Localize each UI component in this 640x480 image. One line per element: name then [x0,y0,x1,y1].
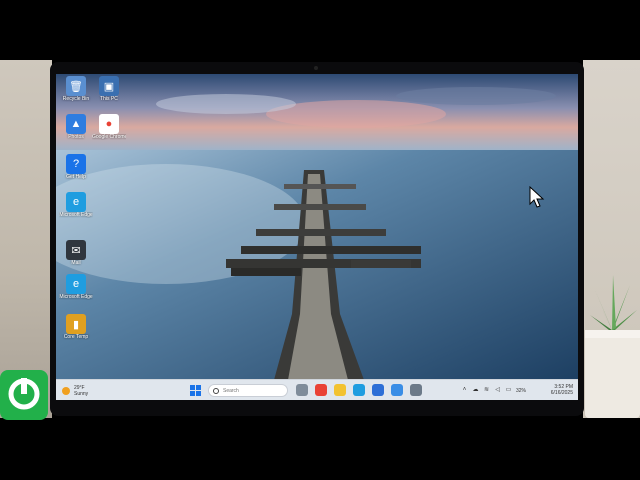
mouse-cursor-icon [529,186,545,208]
desktop-icon-this-pc[interactable]: ▣ This PC [92,76,126,102]
windows-logo-tile [190,385,195,390]
taskbar-file-explorer-icon[interactable] [334,384,346,396]
background-wall-left [0,60,52,418]
desktop-icon-google-chrome[interactable]: ● Google Chrome [92,114,126,140]
taskbar: 29°F Sunny ˄ ☁ ≋ ◁ ▭ 32% 3 [56,379,578,400]
desktop-wallpaper-pier [56,74,578,380]
search-icon [213,387,219,394]
desktop-icon-recycle-bin[interactable]: 🗑 Recycle Bin [59,76,93,102]
microsoft-edge-icon: e [66,192,86,212]
photos-icon: ▲ [66,114,86,134]
mail-icon: ✉ [66,240,86,260]
desktop-icon-label: Google Chrome [92,134,126,140]
weather-desc: Sunny [74,390,89,397]
core-temp-icon: ▮ [66,314,86,334]
google-chrome-icon: ● [99,114,119,134]
desktop-icon-photos[interactable]: ▲ Photos [59,114,93,140]
clock[interactable]: 3:52 PM 6/16/2025 [543,384,573,396]
cloud-icon[interactable]: ☁ [472,387,479,394]
desktop-icon-core-temp[interactable]: ▮ Core Temp [59,314,93,340]
taskbar-photos-icon[interactable] [391,384,403,396]
this-pc-icon: ▣ [99,76,119,96]
photo-frame: 🗑 Recycle Bin ▣ This PC ▲ Photos ● Google Chrom… [0,0,640,480]
desktop-icon-label: Photos [68,134,84,140]
desktop-icon-mail[interactable]: ✉ Mail [59,240,93,266]
taskbar-settings-icon[interactable] [410,384,422,396]
sun-icon [62,386,70,395]
windows-logo-tile [196,391,201,396]
system-tray: ˄ ☁ ≋ ◁ ▭ 32% [461,384,526,397]
recycle-bin-icon: 🗑 [66,76,86,96]
clock-date: 6/16/2025 [550,390,573,396]
desktop-icon-label: Microsoft Edge [59,294,93,300]
taskbar-store-icon[interactable] [372,384,384,396]
taskbar-search[interactable] [208,384,288,397]
desktop-icon-label: Recycle Bin [62,96,90,102]
desktop-icon-microsoft-edge-2[interactable]: e Microsoft Edge [59,274,93,300]
taskbar-chrome-icon[interactable] [315,384,327,396]
windows-logo-tile [190,391,195,396]
search-input[interactable] [223,387,283,394]
start-button[interactable] [190,385,201,396]
battery-percent: 32% [516,387,527,394]
volume-icon[interactable]: ◁ [494,387,501,394]
taskbar-task-view-icon[interactable] [296,384,308,396]
desktop-icon-label: Get Help [66,174,86,180]
get-help-icon: ? [66,154,86,174]
green-stand-logo [0,370,48,420]
taskbar-edge-icon[interactable] [353,384,365,396]
desktop-icon-microsoft-edge[interactable]: e Microsoft Edge [59,192,93,218]
webcam [314,66,318,70]
desktop-icon-label: Core Temp [63,334,89,340]
desktop-icon-label: Microsoft Edge [59,212,93,218]
potted-plant [585,275,640,418]
windows-logo-tile [196,385,201,390]
wifi-icon[interactable]: ≋ [483,387,490,394]
weather-widget[interactable]: 29°F Sunny [62,383,88,398]
desktop-icon-get-help[interactable]: ? Get Help [59,154,93,180]
chevron-up-icon[interactable]: ˄ [461,387,468,394]
battery-icon[interactable]: ▭ [505,387,512,394]
laptop-screen: 🗑 Recycle Bin ▣ This PC ▲ Photos ● Google Chrom… [56,74,578,400]
microsoft-edge-2-icon: e [66,274,86,294]
desktop-icon-label: Mail [71,260,81,266]
desktop-icon-label: This PC [100,96,118,102]
